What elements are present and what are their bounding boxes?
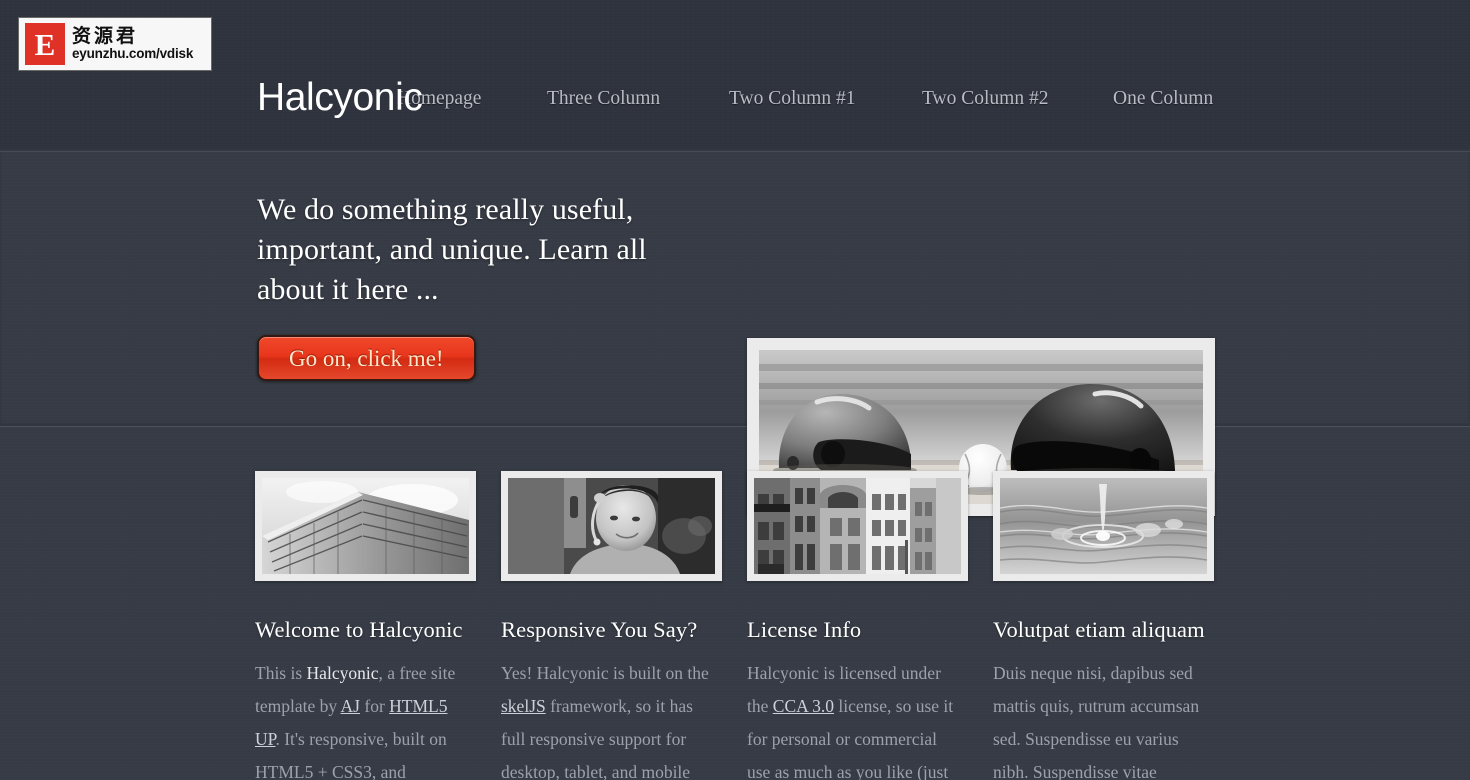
site-logo[interactable]: Halcyonic xyxy=(257,78,423,117)
thumbnail-frame-1[interactable] xyxy=(255,471,476,581)
watermark-text: 资源君 eyunzhu.com/vdisk xyxy=(72,24,194,62)
feature-column-license: License Info Halcyonic is licensed under… xyxy=(747,471,993,780)
feature-columns: Welcome to Halcyonic This is Halcyonic, … xyxy=(0,471,1470,780)
thumbnail-frame-3[interactable] xyxy=(747,471,968,581)
nav-item-two-column-1[interactable]: Two Column #1 xyxy=(729,88,855,110)
water-droplet-image xyxy=(1000,478,1207,574)
city-street-buildings-image xyxy=(754,478,961,574)
content-section: Welcome to Halcyonic This is Halcyonic, … xyxy=(0,427,1470,780)
building-exterior-image xyxy=(262,478,469,574)
nav-link-two-column-1[interactable]: Two Column #1 xyxy=(729,88,855,109)
watermark-chinese-label: 资源君 xyxy=(72,24,139,47)
column-body-2: Yes! Halcyonic is built on the skelJS fr… xyxy=(501,657,711,780)
feature-column-responsive: Responsive You Say? Yes! Halcyonic is bu… xyxy=(501,471,747,780)
body-text-post-1: . It's responsive, built on HTML5 + CSS3… xyxy=(255,729,447,780)
column-heading-4: Volutpat etiam aliquam xyxy=(993,617,1205,642)
hero-cta-button[interactable]: Go on, click me! xyxy=(257,335,476,381)
hero-headline: We do something really useful, important… xyxy=(257,193,647,306)
watermark-logo: E 资源君 eyunzhu.com/vdisk xyxy=(18,17,212,71)
column-heading-2: Responsive You Say? xyxy=(501,617,698,642)
site-header: Halcyonic Homepage Three Column Two Colu… xyxy=(0,0,1470,152)
column-body-1: This is Halcyonic, a free site template … xyxy=(255,657,465,780)
column-heading-3: License Info xyxy=(747,617,862,642)
column-body-3: Halcyonic is licensed under the CCA 3.0 … xyxy=(747,657,957,780)
body-strong-1: Halcyonic xyxy=(306,663,379,683)
watermark-badge-icon: E xyxy=(25,23,65,65)
thumbnail-frame-2[interactable] xyxy=(501,471,722,581)
column-body-4: Duis neque nisi, dapibus sed mattis quis… xyxy=(993,663,1200,780)
body-text-mid2-1: for xyxy=(360,696,390,716)
nav-item-three-column[interactable]: Three Column xyxy=(547,88,660,110)
link-aj[interactable]: AJ xyxy=(341,696,360,716)
nav-link-three-column[interactable]: Three Column xyxy=(547,88,660,109)
watermark-url-label: eyunzhu.com/vdisk xyxy=(72,45,194,61)
link-cca30[interactable]: CCA 3.0 xyxy=(773,696,834,716)
column-heading-1: Welcome to Halcyonic xyxy=(255,617,463,642)
thumbnail-frame-4[interactable] xyxy=(993,471,1214,581)
link-skeljs[interactable]: skelJS xyxy=(501,696,546,716)
main-navigation: Homepage Three Column Two Column #1 Two … xyxy=(0,88,1470,116)
nav-link-two-column-2[interactable]: Two Column #2 xyxy=(922,88,1048,109)
hero-text-block: We do something really useful, important… xyxy=(257,190,687,381)
feature-column-volutpat: Volutpat etiam aliquam Duis neque nisi, … xyxy=(993,471,1239,780)
nav-item-one-column[interactable]: One Column xyxy=(1113,88,1213,110)
man-with-headset-image xyxy=(508,478,715,574)
nav-item-two-column-2[interactable]: Two Column #2 xyxy=(922,88,1048,110)
watermark-badge-letter: E xyxy=(34,26,56,62)
body-text-pre-2: Yes! Halcyonic is built on the xyxy=(501,663,709,683)
body-text-pre-1: This is xyxy=(255,663,307,683)
hero-banner: We do something really useful, important… xyxy=(0,152,1470,516)
feature-column-welcome: Welcome to Halcyonic This is Halcyonic, … xyxy=(255,471,501,780)
nav-link-one-column[interactable]: One Column xyxy=(1113,88,1213,109)
